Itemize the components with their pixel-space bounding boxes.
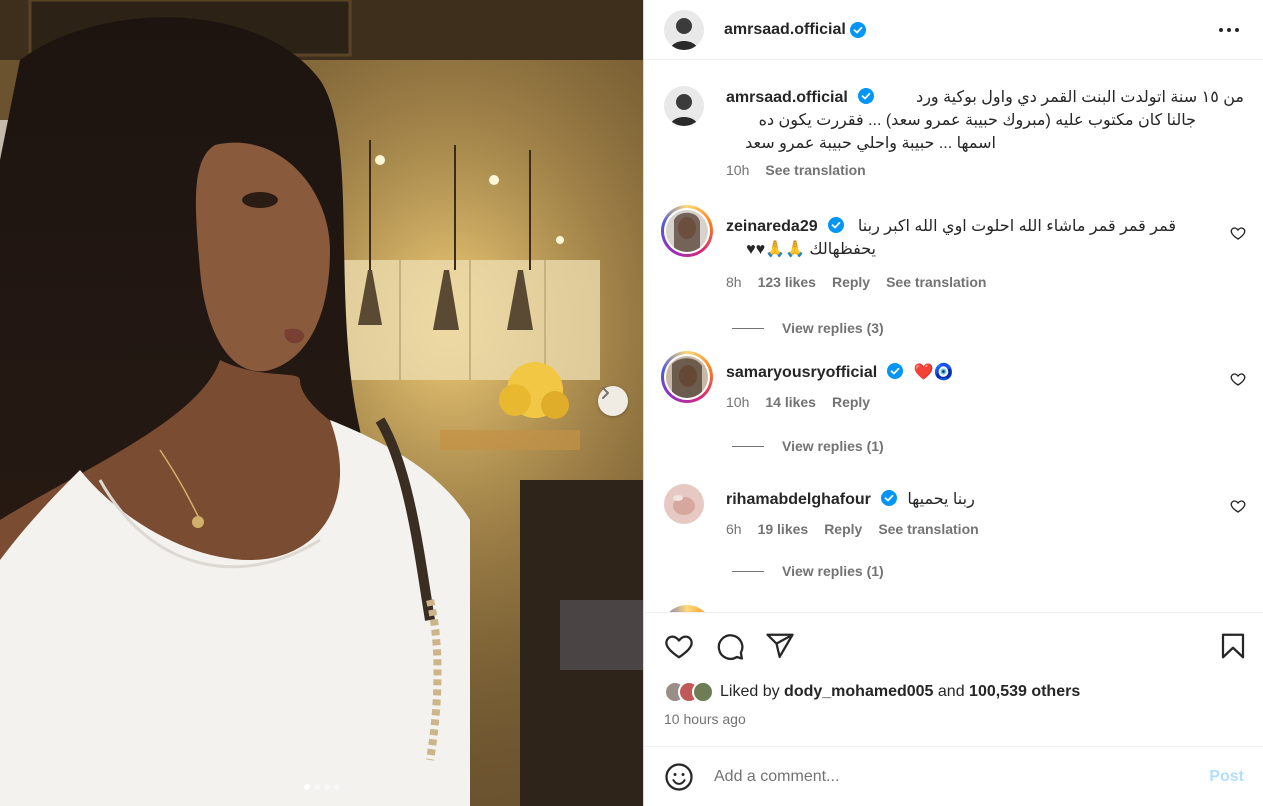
add-comment-bar: Post [644, 746, 1263, 806]
caption-line: اسمها ... حبيبة واحلي حبيبة عمرو سعد [745, 135, 996, 152]
likes-count-link[interactable]: 100,539 others [969, 683, 1080, 701]
comment-line: يحفظهالك 🙏🙏♥♥ [746, 241, 876, 258]
comment-likes[interactable]: 14 likes [765, 394, 816, 410]
post-header: amrsaad.official [644, 0, 1263, 60]
comment-line: ❤️🧿 [913, 364, 954, 381]
chevron-right-icon [602, 387, 609, 399]
liker-avatar [692, 681, 714, 703]
caption-time[interactable]: 10h [726, 162, 749, 178]
replies-divider-line [732, 445, 764, 447]
comment-time[interactable]: 10h [726, 394, 749, 410]
replies-divider-line [732, 327, 764, 329]
commenter-avatar[interactable] [664, 484, 704, 524]
comment-likes[interactable]: 123 likes [758, 274, 816, 290]
comment-likes[interactable]: 19 likes [758, 521, 809, 537]
see-translation-link[interactable]: See translation [878, 521, 978, 537]
view-replies-button[interactable]: View replies (1) [732, 438, 884, 454]
likes-summary: Liked by dody_mohamed005 and 100,539 oth… [664, 681, 1080, 703]
comment-item: samaryousryofficial ❤️🧿 10h 14 likes Rep… [661, 351, 1246, 474]
comment-item: rihamabdelghafour ربنا يحميها 6h 19 like… [664, 484, 1246, 604]
verified-badge-icon [849, 21, 866, 38]
comment-text: samaryousryofficial ❤️🧿 [726, 361, 1206, 384]
view-replies-label[interactable]: View replies (3) [782, 320, 884, 336]
post-side-panel: amrsaad.official amrsaad.official من ١٥ … [643, 0, 1263, 806]
carousel-dot [333, 784, 340, 790]
carousel-dot [323, 784, 330, 790]
author-username[interactable]: amrsaad.official [724, 21, 846, 39]
liked-by-prefix: Liked by [720, 683, 780, 700]
comment-time[interactable]: 8h [726, 274, 742, 290]
liked-by-user-link[interactable]: dody_mohamed005 [784, 683, 933, 701]
liked-by-and: and [937, 683, 965, 700]
comment-meta: 8h 123 likes Reply See translation [726, 274, 1206, 290]
story-ring[interactable] [661, 205, 713, 257]
story-ring[interactable] [661, 351, 713, 403]
like-comment-heart-icon[interactable] [1230, 371, 1246, 387]
caption-username[interactable]: amrsaad.official [726, 89, 848, 106]
caption-text-block: amrsaad.official من ١٥ سنة اتولدت البنت … [726, 86, 1244, 155]
comment-item: zeinareda29 قمر قمر قمر ماشاء الله احلوت… [661, 205, 1246, 336]
reply-button[interactable]: Reply [824, 521, 862, 537]
reply-button[interactable]: Reply [832, 274, 870, 290]
comment-line: ربنا يحميها [907, 491, 975, 508]
view-replies-button[interactable]: View replies (3) [732, 320, 884, 336]
replies-divider-line [732, 570, 764, 572]
caption-author-avatar[interactable] [664, 86, 704, 126]
comment-text: rihamabdelghafour ربنا يحميها [726, 488, 1206, 511]
commenter-username[interactable]: rihamabdelghafour [726, 491, 871, 508]
carousel-indicator [0, 784, 643, 790]
view-replies-button[interactable]: View replies (1) [732, 563, 884, 579]
next-comment-avatar-partial [661, 605, 707, 612]
post-timestamp[interactable]: 10 hours ago [664, 711, 746, 727]
comment-time[interactable]: 6h [726, 521, 742, 537]
verified-badge-icon [857, 88, 874, 104]
comments-list[interactable]: amrsaad.official من ١٥ سنة اتولدت البنت … [644, 68, 1263, 612]
emoji-icon[interactable] [664, 762, 694, 792]
caption-see-translation-link[interactable]: See translation [765, 162, 865, 178]
commenter-avatar [666, 210, 708, 252]
comment-line: قمر قمر قمر ماشاء الله احلوت اوي الله اك… [857, 218, 1176, 235]
like-comment-heart-icon[interactable] [1230, 225, 1246, 241]
next-slide-button[interactable] [598, 386, 628, 416]
more-options-button[interactable] [1215, 16, 1243, 44]
comment-bubble-icon[interactable] [715, 631, 745, 661]
author-avatar[interactable] [664, 9, 704, 50]
view-replies-label[interactable]: View replies (1) [782, 563, 884, 579]
carousel-dot [303, 784, 310, 790]
verified-badge-icon [887, 363, 904, 379]
commenter-username[interactable]: zeinareda29 [726, 218, 818, 235]
caption-line: جالنا كان مكتوب عليه (مبروك حبيبة عمرو س… [758, 112, 1196, 129]
comment-text: zeinareda29 قمر قمر قمر ماشاء الله احلوت… [726, 215, 1206, 261]
verified-badge-icon [880, 490, 897, 506]
caption-meta: 10h See translation [726, 162, 1244, 178]
post-photo[interactable] [0, 0, 643, 806]
more-horizontal-icon [1219, 28, 1239, 32]
liker-avatars[interactable] [664, 681, 714, 703]
like-heart-icon[interactable] [664, 631, 694, 661]
commenter-username[interactable]: samaryousryofficial [726, 364, 877, 381]
carousel-dot [313, 784, 320, 790]
post-comment-button[interactable]: Post [1209, 768, 1244, 786]
caption: amrsaad.official من ١٥ سنة اتولدت البنت … [664, 86, 1244, 206]
see-translation-link[interactable]: See translation [886, 274, 986, 290]
view-replies-label[interactable]: View replies (1) [782, 438, 884, 454]
add-comment-input[interactable] [714, 767, 1210, 786]
reply-button[interactable]: Reply [832, 394, 870, 410]
share-paper-plane-icon[interactable] [765, 631, 795, 661]
save-bookmark-icon[interactable] [1218, 631, 1248, 661]
commenter-avatar [666, 356, 708, 398]
comment-meta: 10h 14 likes Reply [726, 394, 1206, 410]
photo-illustration [0, 0, 643, 806]
caption-line: من ١٥ سنة اتولدت البنت القمر دي واول بوك… [916, 89, 1244, 106]
comment-meta: 6h 19 likes Reply See translation [726, 521, 1206, 537]
like-comment-heart-icon[interactable] [1230, 498, 1246, 514]
